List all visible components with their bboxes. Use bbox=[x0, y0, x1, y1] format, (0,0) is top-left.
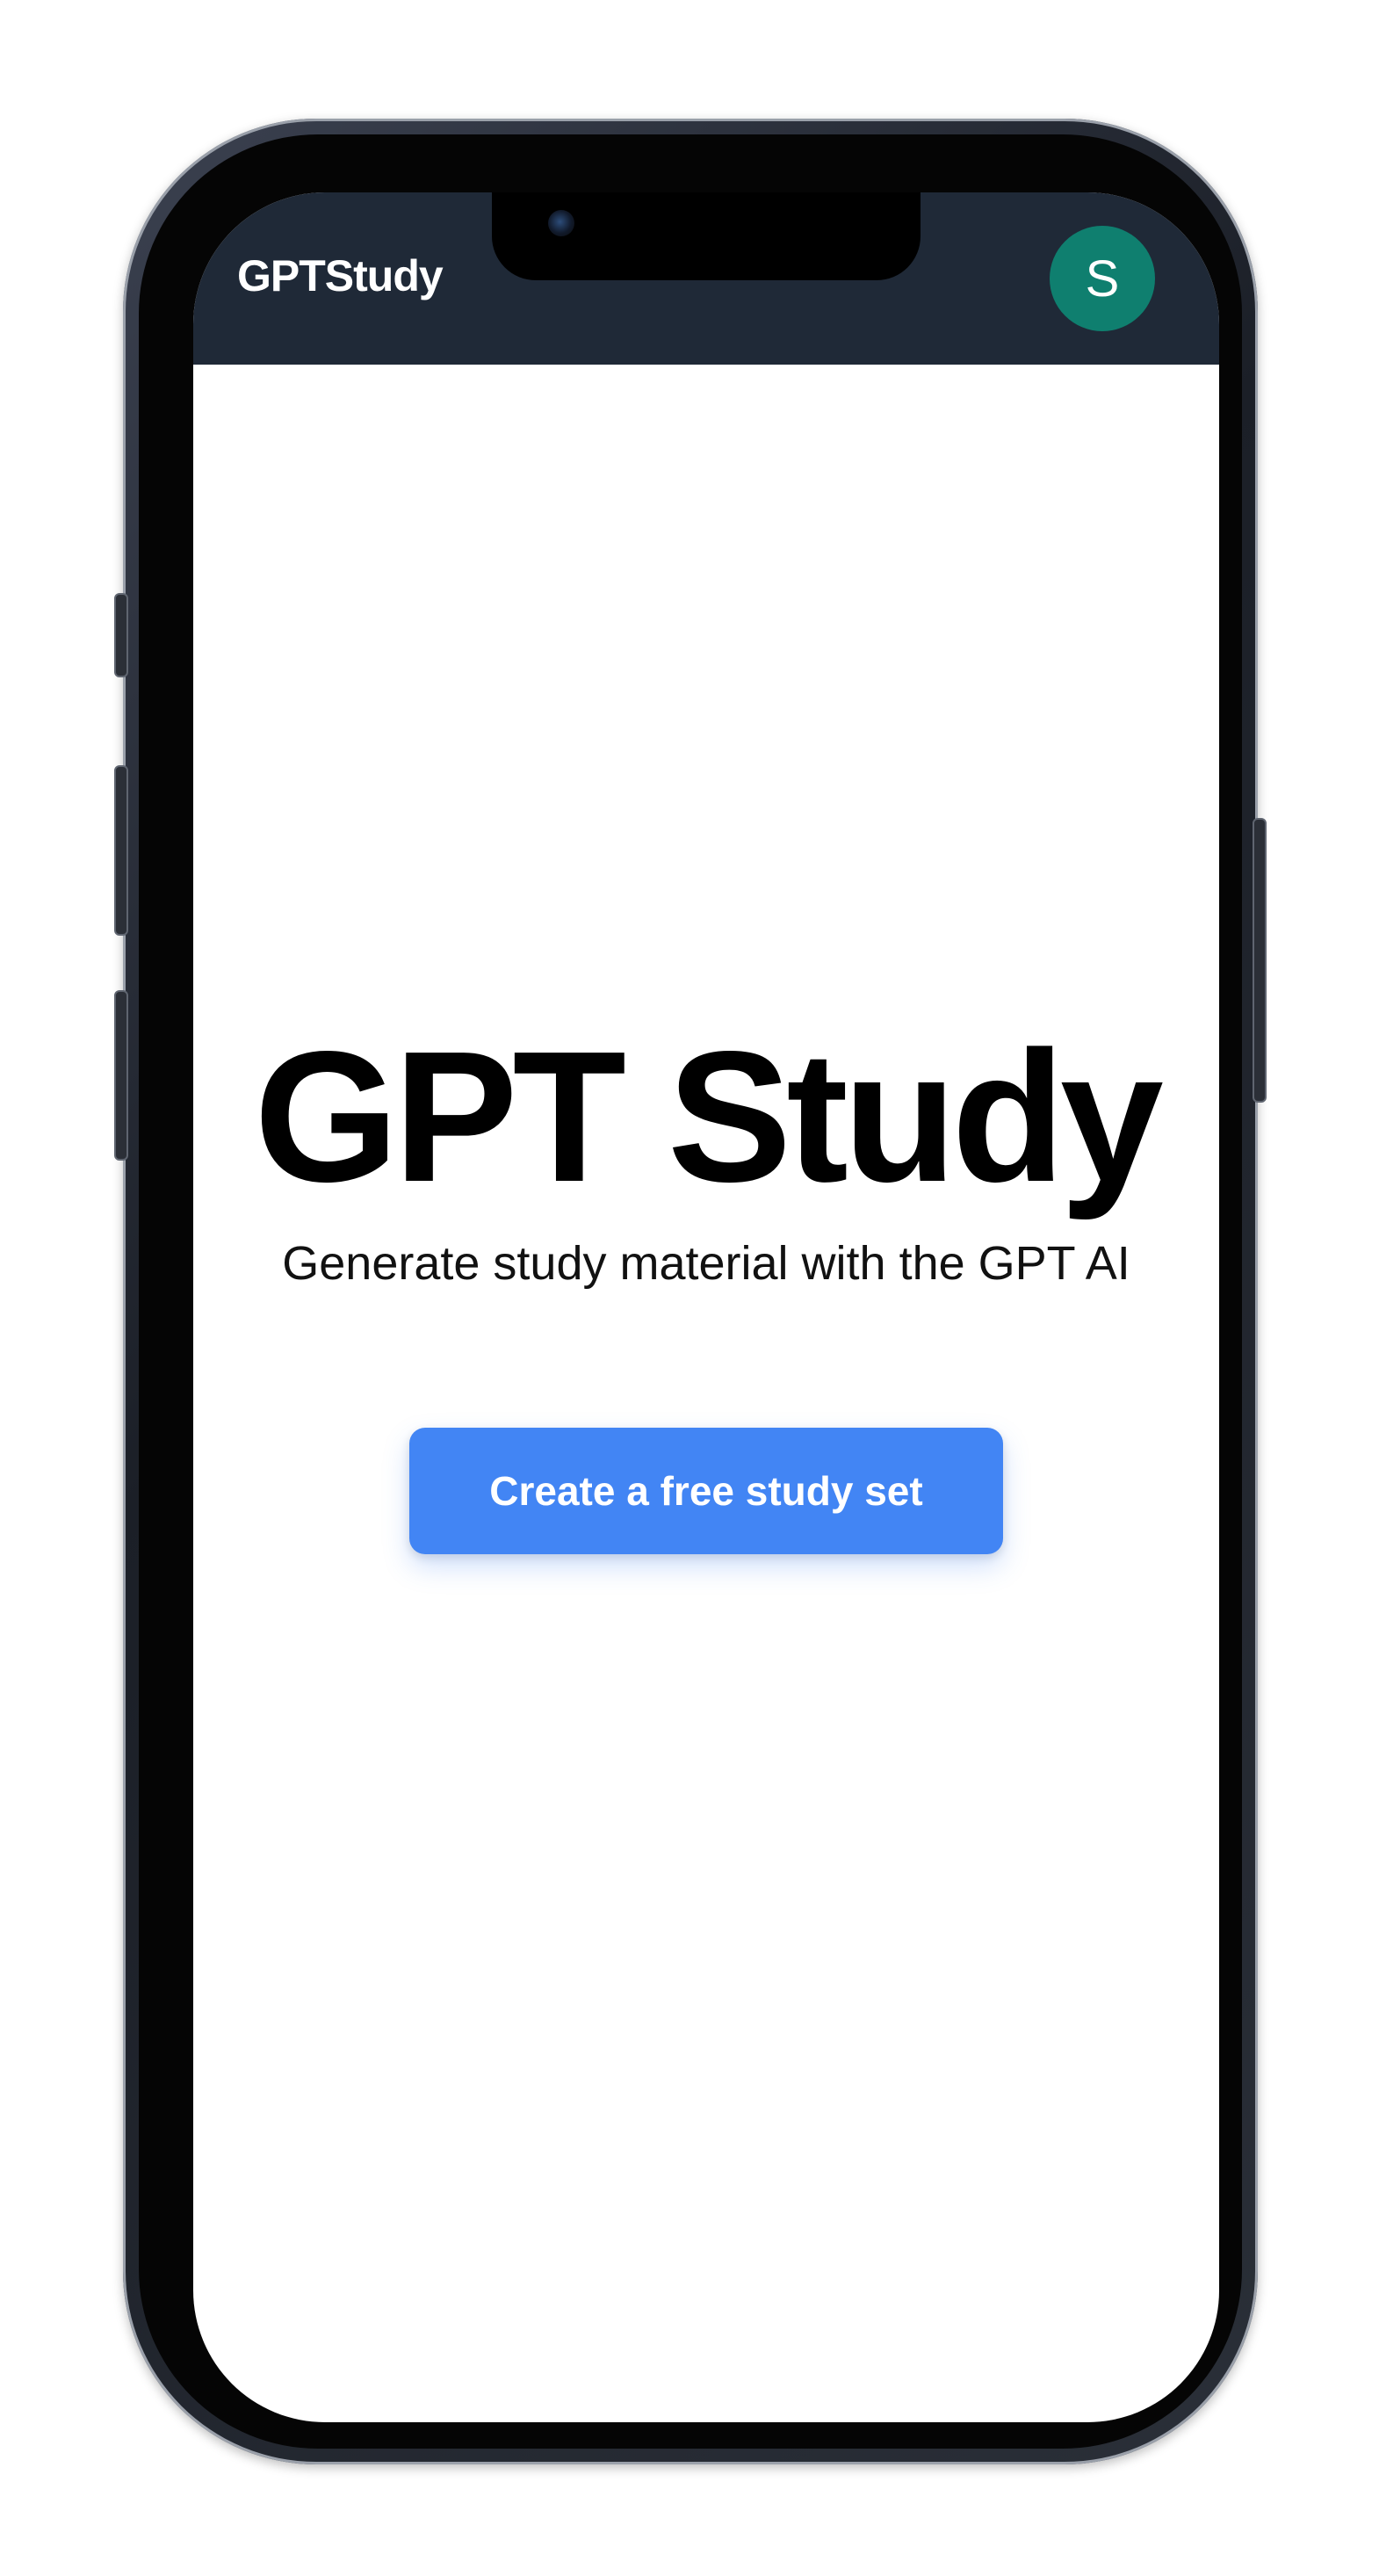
mute-switch bbox=[114, 593, 128, 677]
create-study-set-button[interactable]: Create a free study set bbox=[409, 1428, 1003, 1554]
phone-notch bbox=[492, 192, 921, 280]
hero-subtitle: Generate study material with the GPT AI bbox=[282, 1237, 1130, 1290]
phone-bezel: GPTStudy S GPT Study Generate study mate… bbox=[139, 134, 1242, 2449]
hero-title: GPT Study bbox=[254, 1012, 1164, 1220]
volume-up-button bbox=[114, 765, 128, 936]
power-button bbox=[1253, 818, 1267, 1103]
brand-logo[interactable]: GPTStudy bbox=[237, 250, 444, 301]
phone-frame: GPTStudy S GPT Study Generate study mate… bbox=[114, 119, 1267, 2464]
phone-screen: GPTStudy S GPT Study Generate study mate… bbox=[193, 192, 1219, 2422]
front-camera-icon bbox=[548, 210, 574, 236]
user-avatar[interactable]: S bbox=[1050, 226, 1155, 331]
mockup-stage: GPTStudy S GPT Study Generate study mate… bbox=[0, 0, 1379, 2576]
volume-down-button bbox=[114, 990, 128, 1161]
